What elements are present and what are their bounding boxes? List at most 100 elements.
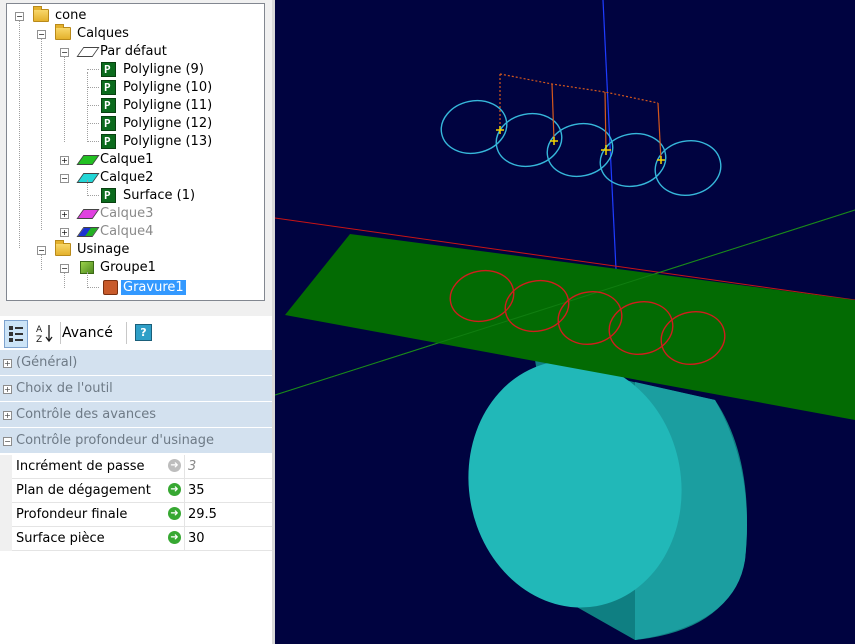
tree-line: [41, 36, 42, 230]
tree-line: [87, 195, 99, 196]
property-row-increment[interactable]: Incrément de passe ➜ 3: [12, 455, 272, 479]
expand-icon: +: [3, 359, 12, 368]
tree-label: Calque4: [100, 224, 154, 239]
tree-node-calque1[interactable]: Calque1: [76, 150, 155, 168]
arrow-circle-icon[interactable]: ➜: [168, 483, 181, 496]
svg-text:A: A: [36, 325, 43, 335]
category-tool[interactable]: + Choix de l'outil: [0, 376, 272, 401]
layer-icon: [76, 209, 100, 219]
polyline-icon: [101, 61, 116, 79]
property-row-surface[interactable]: Surface pièce ➜ 30: [12, 527, 272, 551]
property-toolbar: A Z Avancé ?: [0, 316, 272, 350]
collapse-toggle[interactable]: −: [15, 12, 24, 21]
tree-line: [87, 72, 88, 142]
tree-label: Polyligne (10): [123, 80, 213, 95]
tree-node-polyline[interactable]: Polyligne (10): [99, 78, 214, 97]
layer-icon: [76, 155, 100, 165]
category-feeds[interactable]: + Contrôle des avances: [0, 402, 272, 427]
column-divider: [184, 503, 185, 526]
3d-viewport[interactable]: [275, 0, 855, 644]
column-divider: [184, 527, 185, 550]
tree-node-polyline[interactable]: Polyligne (13): [99, 132, 214, 151]
layer-icon: [76, 227, 100, 237]
property-grid: + (Général) + Choix de l'outil + Contrôl…: [0, 350, 272, 644]
tree-node-usinage[interactable]: Usinage: [53, 240, 131, 258]
column-divider: [184, 479, 185, 502]
surface-icon: [101, 187, 116, 205]
expand-toggle[interactable]: +: [60, 228, 69, 237]
tree-node-gravure1[interactable]: Gravure1: [99, 278, 186, 296]
category-label: Choix de l'outil: [16, 381, 113, 396]
property-row-final-depth[interactable]: Profondeur finale ➜ 29.5: [12, 503, 272, 527]
tree-label: Polyligne (11): [123, 98, 213, 113]
property-gutter: [0, 455, 12, 551]
arrow-circle-icon[interactable]: ➜: [168, 507, 181, 520]
folder-icon: [33, 6, 49, 22]
category-depth[interactable]: − Contrôle profondeur d'usinage: [0, 428, 272, 453]
tree-label: Polyligne (13): [123, 134, 213, 149]
project-tree[interactable]: − cone − Calques − Par défaut Polyligne …: [6, 3, 265, 301]
property-value[interactable]: 30: [188, 527, 205, 550]
expand-icon: +: [3, 385, 12, 394]
categorized-icon: [9, 326, 23, 342]
polyline-icon: [101, 133, 116, 151]
collapse-toggle[interactable]: −: [60, 174, 69, 183]
property-name: Surface pièce: [16, 531, 105, 546]
property-value[interactable]: 29.5: [188, 503, 217, 526]
tree-label: Calque3: [100, 206, 154, 221]
arrow-circle-icon[interactable]: ➜: [168, 531, 181, 544]
tree-node-polyline[interactable]: Polyligne (12): [99, 114, 214, 133]
tree-node-cone[interactable]: cone: [31, 6, 88, 24]
tree-line: [87, 272, 88, 286]
layer-icon: [76, 173, 100, 183]
tree-line: [87, 180, 88, 194]
tree-line: [87, 87, 99, 88]
tree-label: Polyligne (12): [123, 116, 213, 131]
categorized-button[interactable]: [4, 320, 28, 348]
toolbar-separator: [126, 322, 127, 344]
help-icon: ?: [135, 324, 152, 341]
rapid-moves: [499, 73, 662, 161]
expand-toggle[interactable]: +: [60, 210, 69, 219]
collapse-toggle[interactable]: −: [60, 48, 69, 57]
tree-label: Usinage: [77, 242, 130, 257]
advanced-button[interactable]: Avancé: [62, 320, 120, 346]
tree-node-par-defaut[interactable]: Par défaut: [76, 42, 169, 60]
tree-node-calque3[interactable]: Calque3: [76, 204, 155, 222]
tree-node-calques[interactable]: Calques: [53, 24, 131, 42]
tree-label: Calque1: [100, 152, 154, 167]
tree-node-groupe1[interactable]: Groupe1: [76, 258, 158, 276]
tree-label: Gravure1: [121, 280, 186, 295]
category-label: Contrôle profondeur d'usinage: [16, 433, 215, 448]
tree-label: cone: [55, 8, 87, 23]
tree-line: [87, 287, 99, 288]
alphabetical-button[interactable]: A Z: [34, 320, 56, 346]
toolbar-separator: [60, 322, 61, 344]
property-value[interactable]: 3: [188, 455, 196, 478]
category-general[interactable]: + (Général): [0, 350, 272, 375]
tree-line: [41, 254, 42, 270]
scene: [275, 0, 855, 640]
tree-node-surface[interactable]: Surface (1): [99, 186, 197, 205]
help-button[interactable]: ?: [134, 320, 154, 346]
property-name: Plan de dégagement: [16, 483, 151, 498]
collapse-toggle[interactable]: −: [37, 246, 46, 255]
expand-toggle[interactable]: +: [60, 156, 69, 165]
tree-line: [64, 54, 65, 142]
tree-line: [64, 272, 65, 288]
tree-node-polyline[interactable]: Polyligne (11): [99, 96, 214, 115]
folder-icon: [55, 240, 71, 256]
collapse-toggle[interactable]: −: [60, 264, 69, 273]
collapse-toggle[interactable]: −: [37, 30, 46, 39]
category-label: (Général): [16, 355, 78, 370]
tree-label: Calque2: [100, 170, 154, 185]
arrow-circle-icon[interactable]: ➜: [168, 459, 181, 472]
layer-icon: [76, 47, 100, 57]
property-row-clearance[interactable]: Plan de dégagement ➜ 35: [12, 479, 272, 503]
z-axis: [602, 0, 618, 291]
tree-node-polyline[interactable]: Polyligne (9): [99, 60, 206, 79]
property-value[interactable]: 35: [188, 479, 205, 502]
tree-node-calque4[interactable]: Calque4: [76, 222, 155, 240]
polyline-icon: [101, 97, 116, 115]
expand-icon: +: [3, 411, 12, 420]
